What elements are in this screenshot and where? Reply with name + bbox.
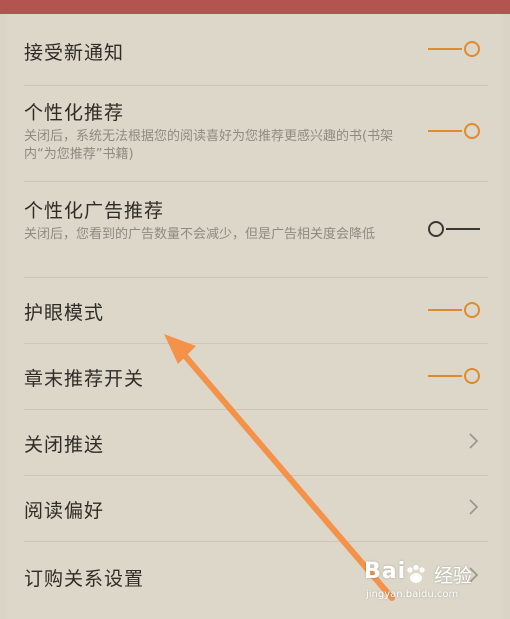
setting-title: 护眼模式: [24, 302, 105, 324]
setting-description: 关闭后，您看到的广告数量不会减少，但是广告相关度会降低: [24, 227, 376, 242]
setting-description: 关闭后，系统无法根据您的阅读喜好为您推荐更感兴趣的书(书架内“为您推荐”书籍): [24, 129, 394, 162]
chevron-right-icon: [468, 564, 480, 586]
setting-title: 接受新通知: [24, 42, 125, 64]
setting-title: 订购关系设置: [24, 568, 145, 590]
toggle-switch-on[interactable]: [428, 120, 480, 142]
setting-row-new-notification[interactable]: 接受新通知: [6, 14, 502, 86]
setting-title: 关闭推送: [24, 434, 105, 456]
setting-row-reading-preference[interactable]: 阅读偏好: [6, 476, 502, 542]
setting-row-subscription[interactable]: 订购关系设置: [6, 542, 502, 612]
toggle-switch-on[interactable]: [428, 299, 480, 321]
toggle-switch-off[interactable]: [428, 218, 480, 240]
setting-title: 个性化广告推荐: [24, 200, 165, 222]
chevron-right-icon: [468, 430, 480, 452]
setting-row-eye-protection[interactable]: 护眼模式: [6, 278, 502, 344]
setting-title: 个性化推荐: [24, 102, 125, 124]
top-status-bar: [0, 0, 510, 14]
setting-row-close-push[interactable]: 关闭推送: [6, 410, 502, 476]
setting-title: 章末推荐开关: [24, 368, 145, 390]
settings-list: 接受新通知 个性化推荐 关闭后，系统无法根据您的阅读喜好为您推荐更感兴趣的书(书…: [6, 14, 502, 619]
toggle-switch-on[interactable]: [428, 38, 480, 60]
setting-row-personalized-ads[interactable]: 个性化广告推荐 关闭后，您看到的广告数量不会减少，但是广告相关度会降低: [6, 182, 502, 278]
setting-row-chapter-end-recommend[interactable]: 章末推荐开关: [6, 344, 502, 410]
chevron-right-icon: [468, 496, 480, 518]
setting-title: 阅读偏好: [24, 500, 105, 522]
setting-row-personalized-recommend[interactable]: 个性化推荐 关闭后，系统无法根据您的阅读喜好为您推荐更感兴趣的书(书架内“为您推…: [6, 86, 502, 182]
toggle-switch-on[interactable]: [428, 365, 480, 387]
